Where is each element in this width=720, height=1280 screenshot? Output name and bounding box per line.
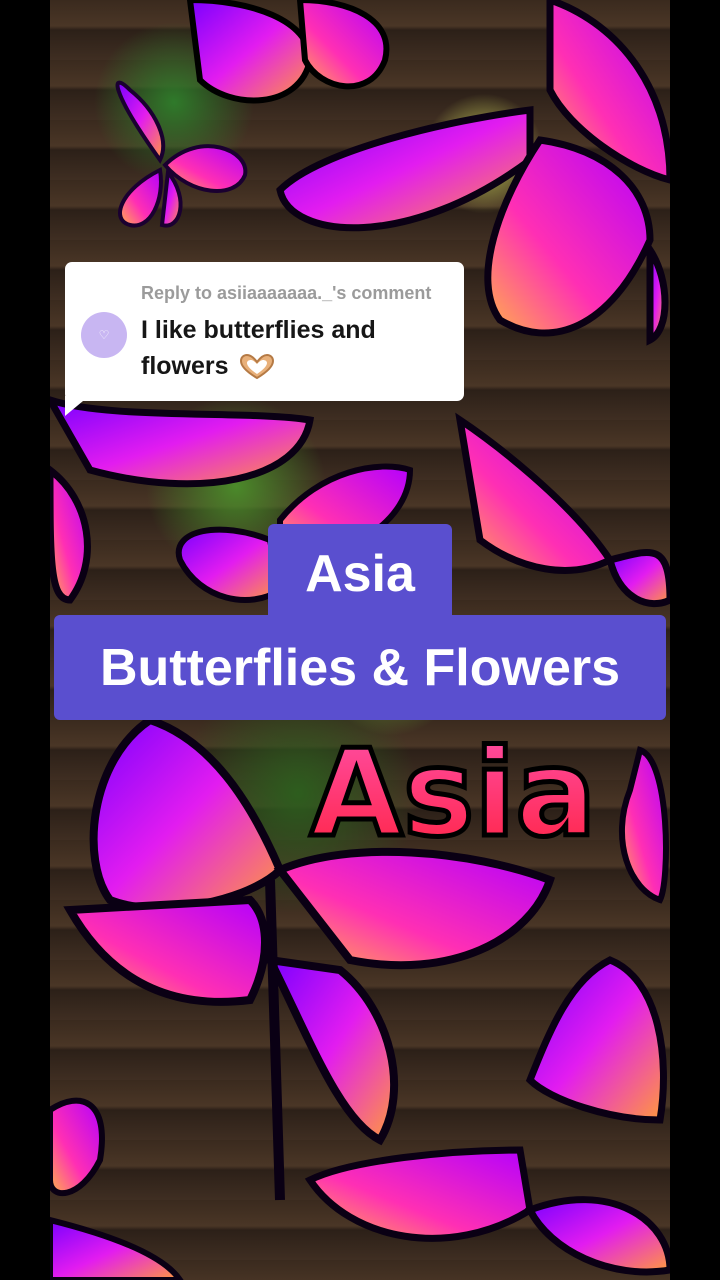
butterfly-mid-right [455, 412, 670, 608]
avatar[interactable]: ♡ [81, 312, 127, 358]
butterfly-small-left [115, 80, 248, 228]
artwork-asia-text: Asia [310, 725, 596, 864]
caption-line-1: Asia [268, 524, 452, 624]
reply-comment-card[interactable]: ♡ Reply to asiiaaaaaaa._'s comment I lik… [65, 262, 464, 401]
comment-card-tail [65, 396, 89, 416]
butterfly-bottom-left [50, 1097, 184, 1280]
butterfly-right-edge [619, 746, 669, 904]
heart-icon: ♡ [98, 328, 110, 342]
butterfly-top-left [186, 0, 390, 104]
reply-to-label: Reply to asiiaaaaaaa._'s comment [141, 283, 432, 303]
heart-hands-icon [240, 354, 275, 380]
comment-text: I like butterflies and flowers [141, 312, 451, 384]
caption-line-2: Butterflies & Flowers [54, 615, 666, 720]
